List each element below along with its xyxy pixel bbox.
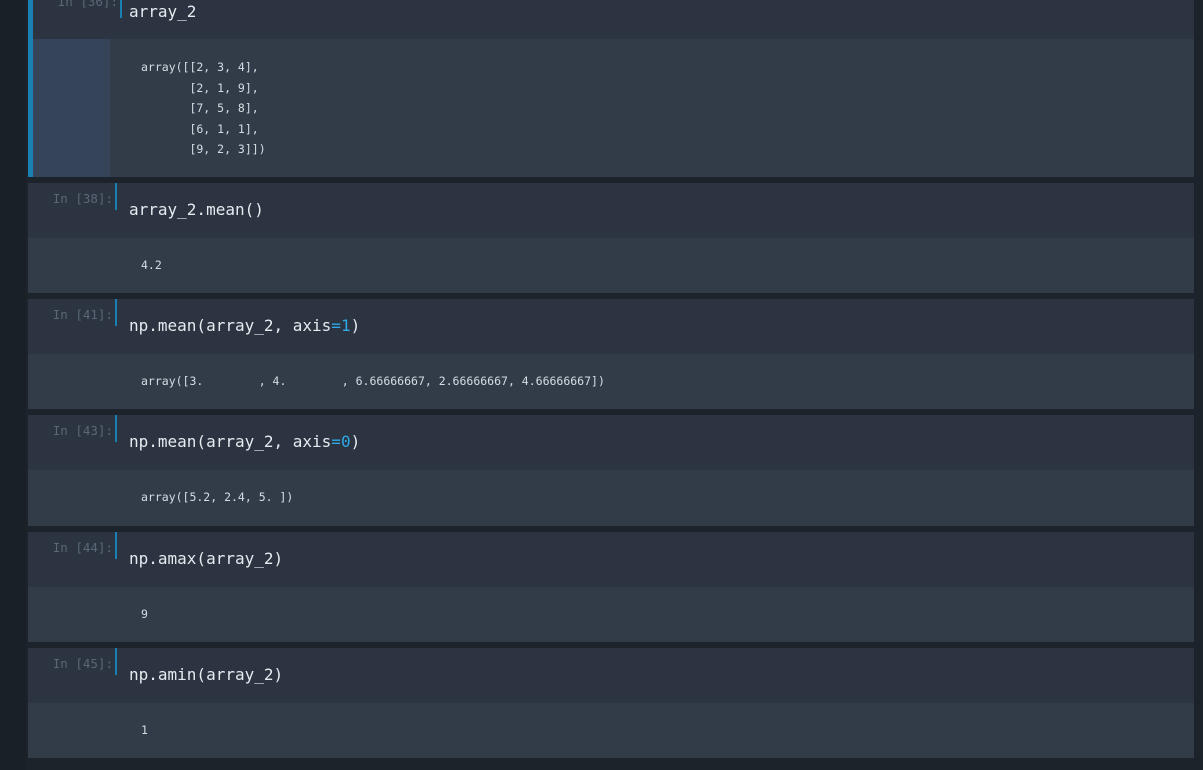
cell-output: array([[2, 3, 4], [2, 1, 9], [7, 5, 8], … <box>33 39 1194 177</box>
code-cell[interactable]: In [43]: np.mean(array_2, axis=0) array(… <box>28 415 1194 526</box>
cell-output-text: array([5.2, 2.4, 5. ]) <box>141 490 294 504</box>
cell-input[interactable]: In [38]: array_2.mean() <box>28 183 1194 238</box>
cell-output: array([3. , 4. , 6.66666667, 2.66666667,… <box>28 354 1194 409</box>
output-prompt-area <box>33 39 110 177</box>
code-cell[interactable]: In [44]: np.amax(array_2) 9 <box>28 532 1194 642</box>
cell-code[interactable]: np.amax(array_2) <box>129 549 283 568</box>
cell-input[interactable]: In [36]: array_2 <box>33 0 1194 39</box>
cell-prompt-bar <box>115 299 117 326</box>
cell-output-text: array([3. , 4. , 6.66666667, 2.66666667,… <box>141 374 605 388</box>
cell-prompt: In [38]: <box>52 191 113 206</box>
cell-prompt-bar <box>115 183 117 210</box>
left-gutter <box>0 0 26 770</box>
code-cell[interactable]: In [45]: np.amin(array_2) 1 <box>28 648 1194 758</box>
cell-input[interactable]: In [44]: np.amax(array_2) <box>28 532 1194 587</box>
cell-input[interactable]: In [45]: np.amin(array_2) <box>28 648 1194 703</box>
cell-output: 9 <box>28 587 1194 642</box>
cell-prompt: In [44]: <box>52 540 113 555</box>
cell-output-text: array([[2, 3, 4], [2, 1, 9], [7, 5, 8], … <box>141 60 266 156</box>
cell-output-text: 4.2 <box>141 258 162 272</box>
code-cell[interactable]: In [38]: array_2.mean() 4.2 <box>28 183 1194 293</box>
cell-code[interactable]: np.mean(array_2, axis=1) <box>129 316 360 335</box>
cell-prompt-bar <box>115 415 117 442</box>
cell-input[interactable]: In [41]: np.mean(array_2, axis=1) <box>28 299 1194 354</box>
cell-output-text: 9 <box>141 607 148 621</box>
cell-prompt-bar <box>115 532 117 559</box>
code-cell[interactable]: In [41]: np.mean(array_2, axis=1) array(… <box>28 299 1194 409</box>
cell-code[interactable]: np.mean(array_2, axis=0) <box>129 432 360 451</box>
cell-code[interactable]: array_2.mean() <box>129 200 264 219</box>
cell-code[interactable]: array_2 <box>129 2 196 21</box>
cell-output: array([5.2, 2.4, 5. ]) <box>28 470 1194 526</box>
cell-prompt: In [43]: <box>52 423 113 438</box>
cell-output-text: 1 <box>141 723 148 737</box>
cell-prompt: In [45]: <box>52 656 113 671</box>
cell-output: 1 <box>28 703 1194 758</box>
cell-prompt-bar <box>120 0 122 18</box>
cell-prompt: In [36]: <box>57 0 118 9</box>
cell-prompt: In [41]: <box>52 307 113 322</box>
notebook: In [36]: array_2 array([[2, 3, 4], [2, 1… <box>28 0 1194 770</box>
cell-prompt-bar <box>115 648 117 675</box>
cell-input[interactable]: In [43]: np.mean(array_2, axis=0) <box>28 415 1194 470</box>
cell-output: 4.2 <box>28 238 1194 293</box>
code-cell[interactable]: In [36]: array_2 array([[2, 3, 4], [2, 1… <box>28 0 1194 177</box>
cell-code[interactable]: np.amin(array_2) <box>129 665 283 684</box>
